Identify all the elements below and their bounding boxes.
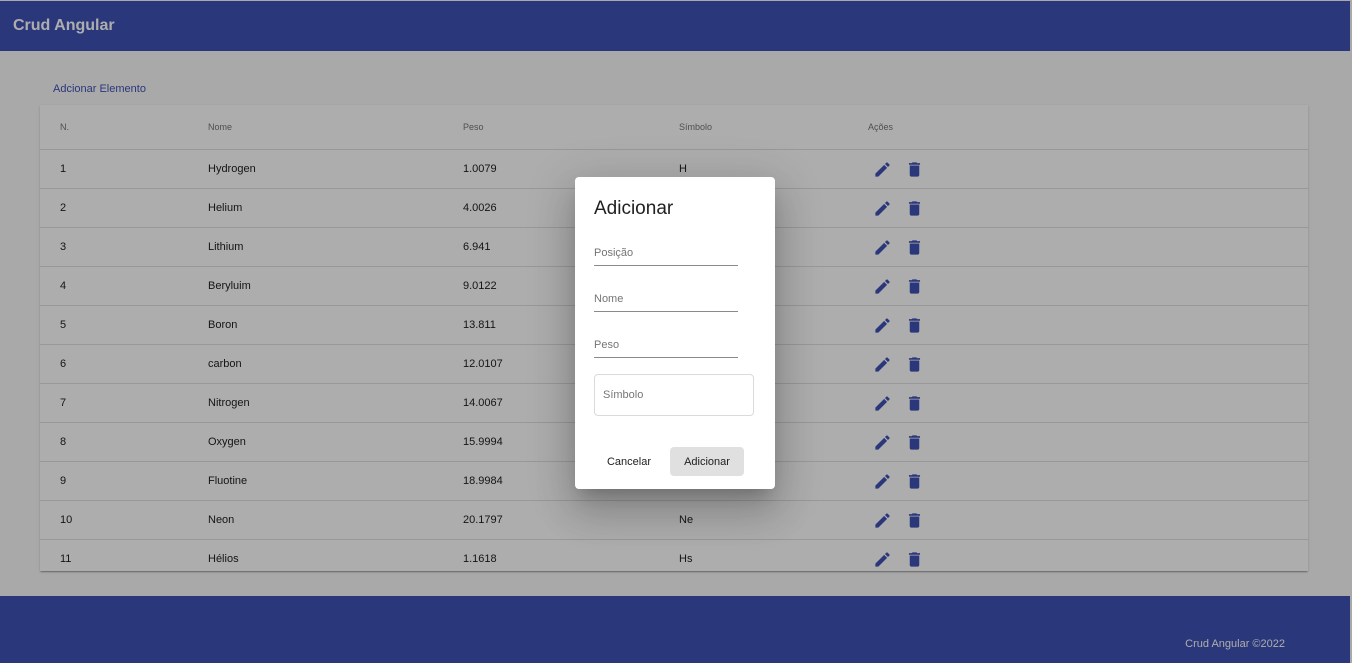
add-dialog: Adicionar Cancelar Adicionar	[575, 177, 775, 489]
dialog-title: Adicionar	[594, 198, 674, 219]
add-button[interactable]: Adicionar	[670, 447, 744, 476]
name-input[interactable]	[594, 289, 738, 309]
symbol-field	[594, 374, 754, 416]
weight-field	[594, 335, 738, 358]
name-field	[594, 289, 738, 312]
position-input[interactable]	[594, 243, 738, 263]
cancel-button[interactable]: Cancelar	[594, 447, 664, 476]
symbol-input[interactable]	[603, 389, 745, 401]
weight-input[interactable]	[594, 335, 738, 355]
position-field	[594, 243, 738, 266]
